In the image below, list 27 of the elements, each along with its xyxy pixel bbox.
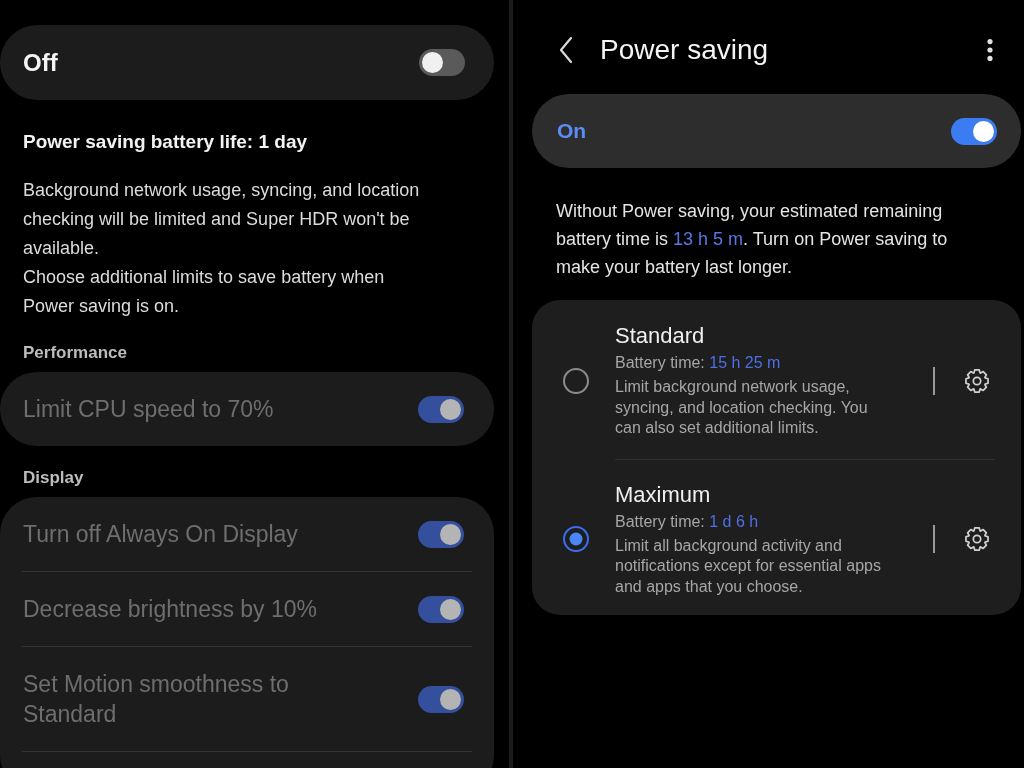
- description-text: Background network usage, syncing, and location checking will be limited and Super HDR won't be available.: [23, 179, 421, 260]
- switch-label: Off: [23, 47, 58, 78]
- section-header: Display: [22, 467, 85, 489]
- back-icon[interactable]: [558, 36, 574, 64]
- settings-icon[interactable]: [964, 367, 990, 394]
- radio-button[interactable]: [563, 367, 589, 394]
- toggle-switch[interactable]: [951, 117, 997, 145]
- setting-label: Set Motion smoothness to Standard: [23, 670, 290, 729]
- battery-time-text: Battery time: 15 h 25 m: [615, 353, 782, 373]
- settings-icon[interactable]: [964, 526, 990, 553]
- description-text: Without Power saving, your estimated remaining battery time is 13 h 5 m. Turn on Power saving to make your battery last longer.: [556, 200, 949, 279]
- setting-label: Decrease brightness by 10%: [23, 595, 318, 624]
- radio-button[interactable]: [563, 526, 589, 553]
- page-title: Power saving: [600, 33, 769, 67]
- battery-time-text: Battery time: 1 d 6 h: [615, 511, 760, 532]
- mode-title: Maximum: [615, 481, 712, 508]
- mode-description: Limit all background activity and notifications except for essential apps and apps that you choose.: [615, 535, 882, 597]
- battery-life-text: Power saving battery life: 1 day: [22, 130, 309, 154]
- toggle-switch[interactable]: [419, 49, 465, 76]
- section-header: Performance: [22, 342, 128, 364]
- switch-label: On: [557, 118, 587, 144]
- setting-label: Limit CPU speed to 70%: [23, 395, 274, 424]
- setting-label: Turn off Always On Display: [23, 520, 298, 549]
- more-options-icon[interactable]: [987, 39, 993, 61]
- mode-description: Limit background network usage, syncing, and location checking. You can also set additional limits.: [615, 377, 869, 438]
- mode-title: Standard: [615, 323, 706, 349]
- description-text: Choose additional limits to save battery when Power saving is on.: [23, 266, 386, 318]
